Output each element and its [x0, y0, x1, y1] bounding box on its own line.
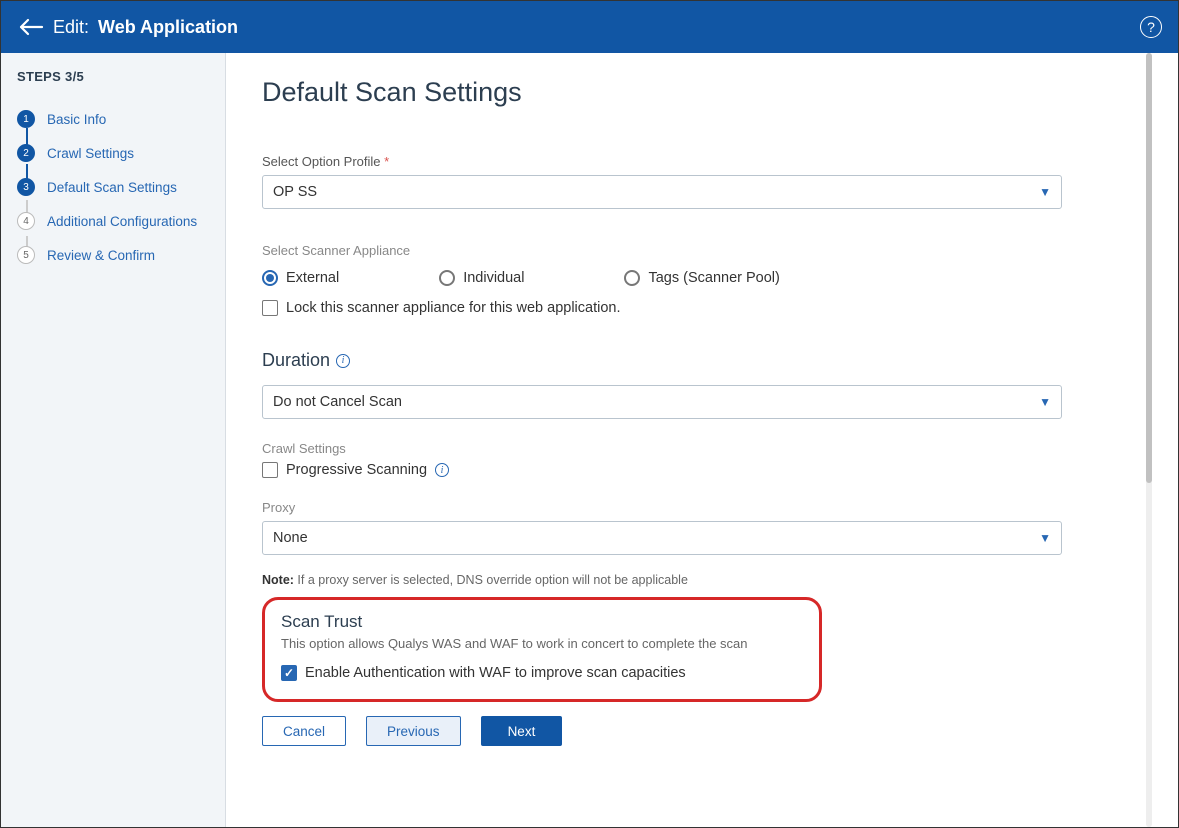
step-crawl-settings[interactable]: 2 Crawl Settings	[17, 136, 213, 170]
cancel-button[interactable]: Cancel	[262, 716, 346, 746]
proxy-label: Proxy	[262, 500, 1142, 515]
checkbox-icon	[262, 300, 278, 316]
header-edit-prefix: Edit:	[53, 17, 89, 37]
header-title: Edit: Web Application	[53, 17, 238, 38]
page-title: Default Scan Settings	[262, 77, 1142, 108]
option-profile-value: OP SS	[273, 184, 317, 200]
step-label: Review & Confirm	[47, 248, 155, 263]
proxy-value: None	[273, 530, 308, 546]
option-profile-label: Select Option Profile *	[262, 154, 1142, 169]
next-button[interactable]: Next	[481, 716, 563, 746]
radio-icon	[624, 270, 640, 286]
step-label: Crawl Settings	[47, 146, 134, 161]
main-panel: Default Scan Settings Select Option Prof…	[226, 53, 1178, 827]
radio-external[interactable]: External	[262, 270, 339, 286]
chevron-down-icon: ▼	[1039, 531, 1051, 545]
radio-icon	[262, 270, 278, 286]
enable-waf-auth-checkbox-row[interactable]: ✓ Enable Authentication with WAF to impr…	[281, 665, 803, 681]
step-review-confirm[interactable]: 5 Review & Confirm	[17, 238, 213, 272]
step-list: 1 Basic Info 2 Crawl Settings 3 Default …	[17, 102, 213, 272]
scrollbar-thumb[interactable]	[1146, 53, 1152, 483]
proxy-select[interactable]: None ▼	[262, 521, 1062, 555]
chevron-down-icon: ▼	[1039, 185, 1051, 199]
info-icon[interactable]: i	[435, 463, 449, 477]
footer-buttons: Cancel Previous Next	[262, 716, 1142, 746]
step-number: 4	[17, 212, 35, 230]
steps-counter: STEPS 3/5	[17, 69, 213, 84]
checkbox-icon: ✓	[281, 665, 297, 681]
step-basic-info[interactable]: 1 Basic Info	[17, 102, 213, 136]
help-icon[interactable]: ?	[1140, 16, 1162, 38]
duration-select[interactable]: Do not Cancel Scan ▼	[262, 385, 1062, 419]
wizard-sidebar: STEPS 3/5 1 Basic Info 2 Crawl Settings …	[1, 53, 226, 827]
checkbox-icon	[262, 462, 278, 478]
step-number: 3	[17, 178, 35, 196]
proxy-note: Note: If a proxy server is selected, DNS…	[262, 573, 1142, 587]
radio-individual[interactable]: Individual	[439, 270, 524, 286]
step-additional-configurations[interactable]: 4 Additional Configurations	[17, 204, 213, 238]
back-arrow-icon[interactable]	[17, 13, 45, 41]
duration-heading: Duration i	[262, 350, 1142, 371]
radio-icon	[439, 270, 455, 286]
crawl-settings-label: Crawl Settings	[262, 441, 1142, 456]
header-title-text: Web Application	[98, 17, 238, 37]
radio-tags[interactable]: Tags (Scanner Pool)	[624, 270, 779, 286]
scan-trust-section: Scan Trust This option allows Qualys WAS…	[262, 597, 822, 702]
option-profile-select[interactable]: OP SS ▼	[262, 175, 1062, 209]
previous-button[interactable]: Previous	[366, 716, 461, 746]
progressive-scanning-checkbox-row[interactable]: Progressive Scanning i	[262, 462, 1142, 478]
step-number: 5	[17, 246, 35, 264]
scan-trust-heading: Scan Trust	[281, 612, 803, 632]
chevron-down-icon: ▼	[1039, 395, 1051, 409]
step-label: Default Scan Settings	[47, 180, 177, 195]
scanner-appliance-radio-group: External Individual Tags (Scanner Pool)	[262, 270, 1142, 286]
step-number: 1	[17, 110, 35, 128]
step-label: Basic Info	[47, 112, 106, 127]
step-default-scan-settings[interactable]: 3 Default Scan Settings	[17, 170, 213, 204]
lock-scanner-checkbox-row[interactable]: Lock this scanner appliance for this web…	[262, 300, 1142, 316]
duration-value: Do not Cancel Scan	[273, 394, 402, 410]
info-icon[interactable]: i	[336, 354, 350, 368]
step-label: Additional Configurations	[47, 214, 197, 229]
step-number: 2	[17, 144, 35, 162]
modal-header: Edit: Web Application ?	[1, 1, 1178, 53]
required-asterisk: *	[384, 154, 389, 169]
scan-trust-description: This option allows Qualys WAS and WAF to…	[281, 636, 803, 651]
scanner-appliance-label: Select Scanner Appliance	[262, 243, 1142, 258]
